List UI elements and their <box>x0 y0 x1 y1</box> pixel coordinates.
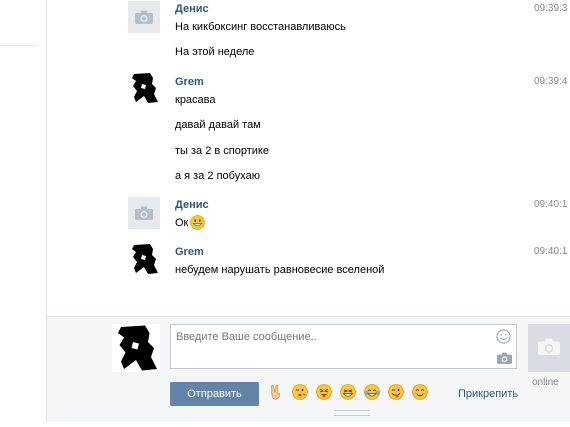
send-button[interactable]: Отправить <box>170 382 259 406</box>
message-time[interactable]: 09:39:4 <box>534 76 567 87</box>
grem-silhouette-icon <box>132 244 158 274</box>
message-text: красава <box>175 94 216 106</box>
avatar[interactable] <box>128 197 160 229</box>
message-input-placeholder: Введите Ваше сообщение.. <box>176 331 317 343</box>
message-time[interactable]: 09:40:1 <box>534 246 567 257</box>
left-panel <box>0 0 46 427</box>
message-author[interactable]: Grem <box>175 246 204 258</box>
status-label: online <box>532 377 559 388</box>
message-text: давай давай там <box>175 119 261 131</box>
avatar[interactable] <box>128 1 160 33</box>
message-input[interactable]: Введите Ваше сообщение.. <box>170 324 517 369</box>
tears-of-joy-emoji-icon[interactable] <box>364 384 381 400</box>
laughing-emoji-icon[interactable] <box>340 384 357 400</box>
message-text: Ок <box>175 217 189 229</box>
avatar[interactable] <box>128 243 160 275</box>
emoji-row <box>268 384 433 400</box>
message-time[interactable]: 09:39:3 <box>534 3 567 14</box>
wink-tongue-emoji-icon[interactable] <box>388 384 405 400</box>
message-author[interactable]: Grem <box>175 76 204 88</box>
kiss-emoji-icon[interactable] <box>292 384 308 400</box>
left-divider <box>0 45 38 46</box>
camera-icon <box>135 10 153 24</box>
message-text: ты за 2 в спортике <box>175 145 269 157</box>
grem-silhouette-icon <box>118 325 157 371</box>
message-text: а я за 2 побухаю <box>175 170 260 182</box>
camera-icon[interactable] <box>497 352 512 367</box>
camera-icon <box>538 338 560 355</box>
blush-emoji-icon[interactable] <box>412 384 429 400</box>
message-text: На этой неделе <box>175 46 255 58</box>
attach-link[interactable]: Прикрепить <box>458 388 518 400</box>
resize-grip[interactable] <box>334 410 370 416</box>
avatar[interactable] <box>128 72 160 104</box>
message-time[interactable]: 09:40:1 <box>534 199 567 210</box>
camera-icon <box>135 206 153 220</box>
grin-emoji-icon <box>190 215 205 233</box>
my-avatar[interactable] <box>112 324 160 372</box>
grem-silhouette-icon <box>132 73 158 103</box>
message-text: На кикбоксинг восстанавливаюсь <box>175 21 346 33</box>
tongue-wink-emoji-icon[interactable] <box>316 384 333 400</box>
message-author[interactable]: Денис <box>175 199 209 211</box>
message-text: небудем нарушать равновесие вселеной <box>175 264 385 276</box>
recipient-avatar[interactable] <box>528 324 570 372</box>
smiley-icon[interactable] <box>496 329 511 347</box>
victory-hand-emoji-icon[interactable] <box>268 384 284 400</box>
message-author[interactable]: Денис <box>175 3 209 15</box>
